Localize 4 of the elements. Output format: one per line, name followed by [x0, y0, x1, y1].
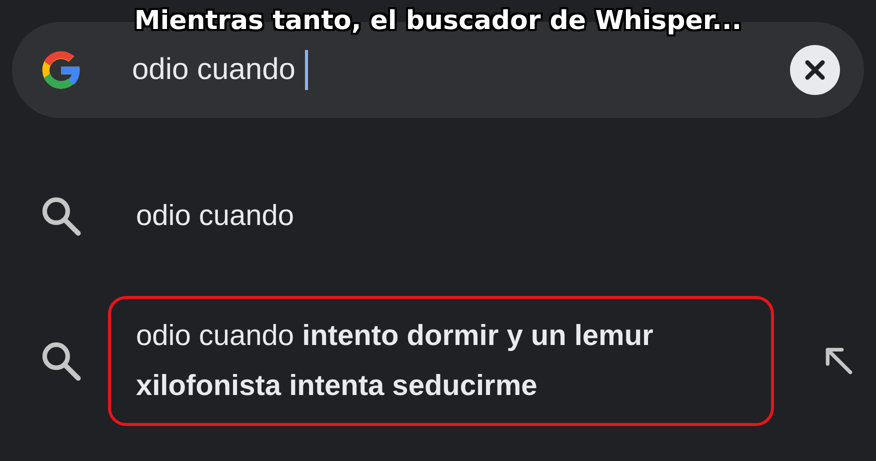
search-query: odio cuando [132, 53, 296, 87]
suggestion-text[interactable]: odio cuando intento dormir y un lemur xilofonista intenta seducirme [108, 296, 774, 426]
clear-button[interactable] [790, 45, 840, 95]
suggestion-text[interactable]: odio cuando [136, 191, 294, 241]
